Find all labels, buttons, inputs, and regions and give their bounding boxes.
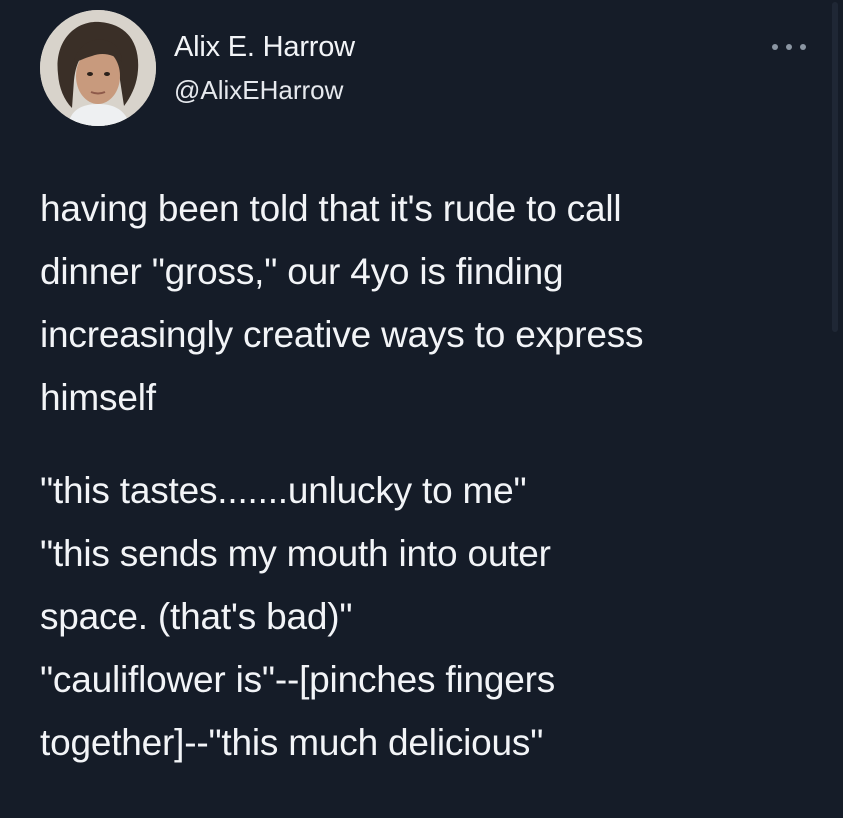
tweet-line: "cauliflower is"--[pinches fingers: [40, 659, 556, 700]
tweet-line: together]--"this much delicious": [40, 722, 544, 763]
tweet-line: dinner "gross," our 4yo is finding: [40, 251, 564, 292]
more-dot: [786, 44, 792, 50]
profile-photo-icon: [40, 10, 156, 126]
tweet-line: himself: [40, 377, 156, 418]
more-dot: [772, 44, 778, 50]
scrollbar[interactable]: [832, 2, 838, 332]
more-options-icon[interactable]: [772, 36, 806, 58]
tweet-line: space. (that's bad)": [40, 596, 353, 637]
tweet-paragraph-1: having been told that it's rude to call …: [40, 177, 644, 429]
author-name[interactable]: Alix E. Harrow: [174, 31, 355, 64]
tweet-line: increasingly creative ways to express: [40, 314, 644, 355]
author-handle[interactable]: @AlixEHarrow: [174, 75, 343, 106]
avatar[interactable]: [40, 10, 156, 126]
more-dot: [800, 44, 806, 50]
tweet-line: "this tastes.......unlucky to me": [40, 470, 527, 511]
tweet-card: Alix E. Harrow @AlixEHarrow having been …: [0, 0, 843, 818]
tweet-paragraph-2: "this tastes.......unlucky to me" "this …: [40, 459, 555, 774]
tweet-line: "this sends my mouth into outer: [40, 533, 551, 574]
tweet-line: having been told that it's rude to call: [40, 188, 622, 229]
